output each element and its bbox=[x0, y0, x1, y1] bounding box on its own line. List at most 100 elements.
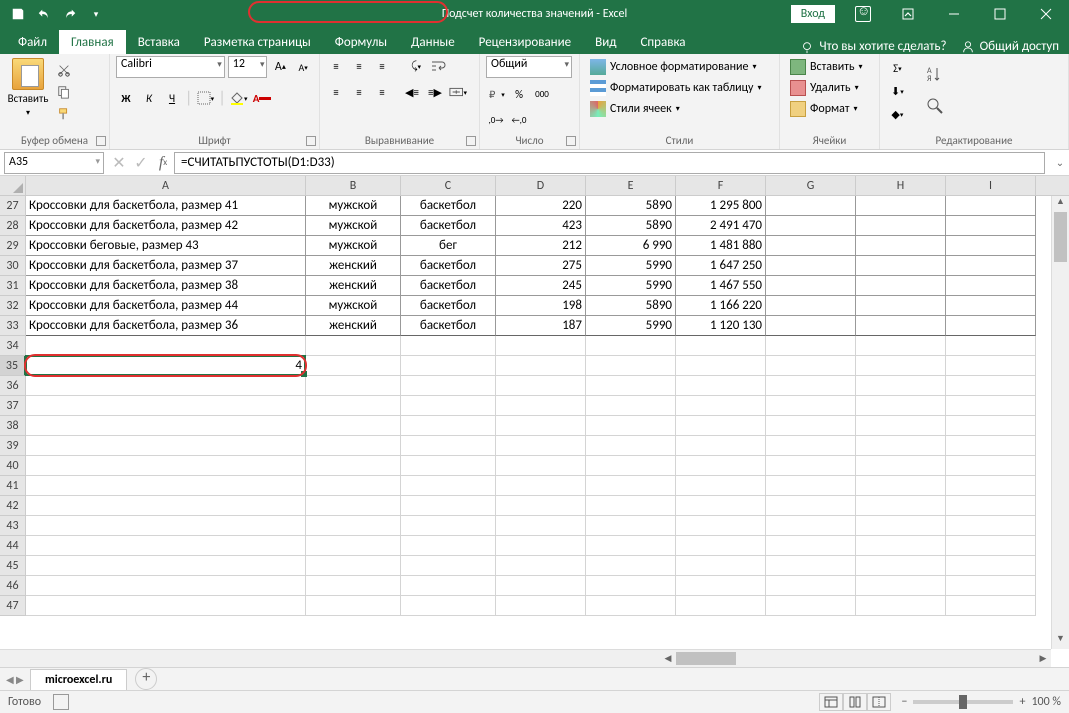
tab-справка[interactable]: Справка bbox=[628, 30, 697, 54]
cell[interactable]: женский bbox=[306, 276, 401, 296]
cell[interactable] bbox=[766, 516, 856, 536]
cell[interactable]: 5990 bbox=[586, 276, 676, 296]
cell[interactable] bbox=[946, 236, 1036, 256]
cell[interactable] bbox=[856, 416, 946, 436]
cell[interactable] bbox=[676, 436, 766, 456]
cell[interactable] bbox=[401, 556, 496, 576]
italic-button[interactable]: К bbox=[139, 88, 159, 108]
cell[interactable]: женский bbox=[306, 256, 401, 276]
cell[interactable] bbox=[586, 516, 676, 536]
cell[interactable] bbox=[676, 416, 766, 436]
cell[interactable] bbox=[946, 576, 1036, 596]
fill-icon[interactable]: ⬇ ▾ bbox=[886, 81, 909, 101]
cell[interactable] bbox=[676, 516, 766, 536]
copy-icon[interactable] bbox=[54, 82, 74, 102]
align-middle-icon[interactable]: ≡ bbox=[349, 56, 369, 76]
bold-button[interactable]: Ж bbox=[116, 88, 136, 108]
cell[interactable] bbox=[946, 296, 1036, 316]
macro-record-icon[interactable] bbox=[53, 694, 69, 710]
cell[interactable] bbox=[946, 436, 1036, 456]
align-right-icon[interactable]: ≡ bbox=[372, 82, 392, 102]
undo-icon[interactable] bbox=[32, 2, 56, 26]
cell[interactable] bbox=[496, 596, 586, 616]
tab-рецензирование[interactable]: Рецензирование bbox=[467, 30, 583, 54]
cell[interactable]: баскетбол bbox=[401, 276, 496, 296]
underline-button[interactable]: Ч bbox=[162, 88, 182, 108]
cell[interactable] bbox=[766, 276, 856, 296]
cell[interactable]: 6 990 bbox=[586, 236, 676, 256]
cell[interactable]: 1 295 800 bbox=[676, 196, 766, 216]
cell[interactable] bbox=[676, 556, 766, 576]
formula-input[interactable]: =СЧИТАТЬПУСТОТЫ(D1:D33) bbox=[174, 152, 1045, 174]
cell[interactable] bbox=[676, 536, 766, 556]
tab-файл[interactable]: Файл bbox=[6, 30, 59, 54]
cell[interactable] bbox=[26, 556, 306, 576]
cell[interactable] bbox=[766, 576, 856, 596]
cell[interactable] bbox=[496, 456, 586, 476]
cell[interactable] bbox=[26, 376, 306, 396]
cell[interactable] bbox=[496, 436, 586, 456]
cell[interactable] bbox=[26, 476, 306, 496]
format-as-table-button[interactable]: Форматировать как таблицу▾ bbox=[586, 79, 766, 97]
hscroll-thumb[interactable] bbox=[676, 652, 736, 665]
cell[interactable] bbox=[766, 476, 856, 496]
cell[interactable] bbox=[306, 556, 401, 576]
maximize-icon[interactable] bbox=[977, 0, 1023, 28]
row-header[interactable]: 30 bbox=[0, 256, 26, 276]
cell[interactable] bbox=[856, 576, 946, 596]
cell[interactable]: Кроссовки для баскетбола, размер 44 bbox=[26, 296, 306, 316]
cell[interactable] bbox=[26, 596, 306, 616]
row-header[interactable]: 41 bbox=[0, 476, 26, 496]
cell[interactable] bbox=[586, 556, 676, 576]
cell[interactable] bbox=[26, 576, 306, 596]
autosum-icon[interactable]: Σ ▾ bbox=[886, 58, 909, 78]
cell[interactable] bbox=[306, 516, 401, 536]
cell[interactable]: Кроссовки для баскетбола, размер 36 bbox=[26, 316, 306, 336]
cell[interactable] bbox=[766, 536, 856, 556]
cell[interactable] bbox=[856, 396, 946, 416]
wrap-text-icon[interactable] bbox=[429, 56, 449, 76]
cell[interactable] bbox=[766, 256, 856, 276]
cell[interactable]: 5990 bbox=[586, 256, 676, 276]
cell[interactable] bbox=[766, 456, 856, 476]
cell[interactable] bbox=[946, 216, 1036, 236]
cell[interactable]: 1 647 250 bbox=[676, 256, 766, 276]
cell[interactable] bbox=[856, 296, 946, 316]
cell[interactable] bbox=[676, 596, 766, 616]
cell[interactable] bbox=[401, 356, 496, 376]
cell[interactable] bbox=[401, 496, 496, 516]
page-break-view-icon[interactable] bbox=[867, 693, 891, 711]
row-header[interactable]: 33 bbox=[0, 316, 26, 336]
cell[interactable] bbox=[401, 396, 496, 416]
cell[interactable]: Кроссовки для баскетбола, размер 37 bbox=[26, 256, 306, 276]
cell[interactable] bbox=[676, 576, 766, 596]
cell[interactable] bbox=[306, 596, 401, 616]
col-header-D[interactable]: D bbox=[496, 176, 586, 195]
cell[interactable] bbox=[586, 596, 676, 616]
align-bottom-icon[interactable]: ≡ bbox=[372, 56, 392, 76]
row-header[interactable]: 34 bbox=[0, 336, 26, 356]
cell[interactable] bbox=[586, 356, 676, 376]
cell[interactable]: Кроссовки для баскетбола, размер 38 bbox=[26, 276, 306, 296]
cell[interactable] bbox=[856, 456, 946, 476]
cell[interactable] bbox=[401, 416, 496, 436]
cell[interactable]: баскетбол bbox=[401, 216, 496, 236]
cell[interactable] bbox=[946, 516, 1036, 536]
sheet-tab-active[interactable]: microexcel.ru bbox=[30, 669, 127, 690]
cell[interactable] bbox=[26, 516, 306, 536]
cell[interactable]: 275 bbox=[496, 256, 586, 276]
cell[interactable] bbox=[401, 576, 496, 596]
vscroll-thumb[interactable] bbox=[1054, 212, 1067, 262]
cell[interactable]: 1 481 880 bbox=[676, 236, 766, 256]
row-header[interactable]: 32 bbox=[0, 296, 26, 316]
cell[interactable] bbox=[856, 556, 946, 576]
cell[interactable] bbox=[946, 416, 1036, 436]
cell[interactable] bbox=[766, 236, 856, 256]
font-size-combo[interactable]: 12 bbox=[228, 56, 268, 78]
cell[interactable]: мужской bbox=[306, 216, 401, 236]
font-dialog-icon[interactable] bbox=[306, 136, 316, 146]
row-header[interactable]: 38 bbox=[0, 416, 26, 436]
cell[interactable]: бег bbox=[401, 236, 496, 256]
cell[interactable]: 245 bbox=[496, 276, 586, 296]
cell[interactable] bbox=[676, 496, 766, 516]
